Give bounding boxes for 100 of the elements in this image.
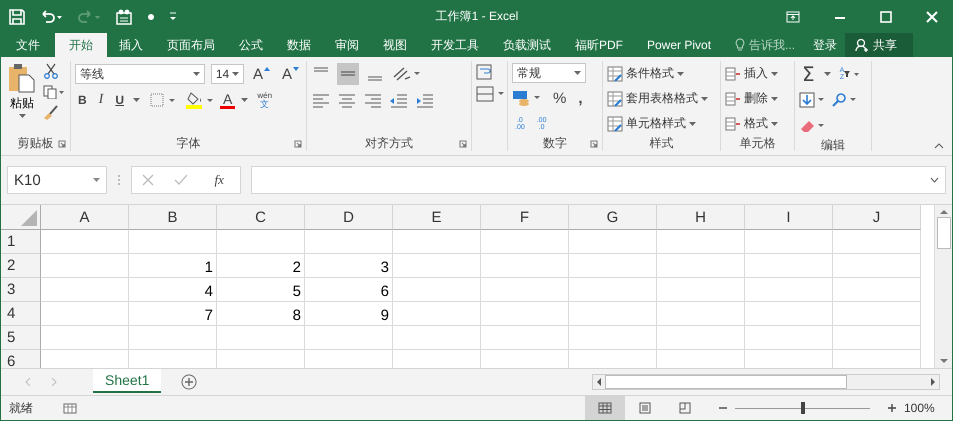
row-header[interactable]: 6	[1, 350, 41, 368]
ribbon-tab[interactable]: 视图	[371, 33, 419, 57]
copy-icon[interactable]	[43, 85, 65, 99]
ribbon-tab[interactable]: 开始	[55, 33, 107, 57]
fill-down-icon[interactable]	[799, 92, 825, 108]
expand-icon[interactable]	[930, 177, 939, 183]
ribbon-tab[interactable]: 开发工具	[419, 33, 491, 57]
scissors-icon[interactable]	[43, 63, 59, 79]
column-header[interactable]: I	[745, 205, 833, 230]
brush-icon[interactable]	[43, 105, 59, 121]
font-name-dropdown[interactable]: 等线	[75, 64, 205, 84]
dialog-launcher-icon[interactable]	[294, 140, 302, 148]
ribbon-tab[interactable]: 数据	[275, 33, 323, 57]
column-header[interactable]: D	[305, 205, 393, 230]
ribbon-tab[interactable]: 公式	[227, 33, 275, 57]
add-sheet-icon[interactable]	[181, 374, 198, 390]
dialog-launcher-icon[interactable]	[58, 140, 66, 148]
align-middle-icon[interactable]	[337, 63, 359, 85]
row-header[interactable]: 3	[1, 278, 41, 302]
ribbon-display-icon[interactable]	[786, 10, 800, 22]
scroll-right-icon[interactable]	[931, 378, 936, 386]
decrease-indent-icon[interactable]	[389, 92, 409, 108]
font-color-button[interactable]: A	[220, 92, 236, 108]
align-center-icon[interactable]	[337, 92, 357, 108]
dropdown-arrow-icon[interactable]	[241, 98, 248, 102]
normal-view-button[interactable]	[585, 396, 625, 420]
row-header[interactable]: 5	[1, 326, 41, 350]
column-header[interactable]: J	[833, 205, 921, 230]
ribbon-tab[interactable]: Power Pivot	[635, 33, 724, 57]
formula-input[interactable]	[251, 166, 946, 194]
cells-menu-button[interactable]: 格式	[725, 113, 790, 134]
shrink-font-button[interactable]: A	[278, 66, 302, 82]
eraser-icon[interactable]	[799, 118, 825, 134]
insert-function-button[interactable]: fx	[208, 171, 230, 189]
orientation-icon[interactable]	[391, 65, 421, 83]
share-button[interactable]: 共享	[845, 33, 914, 57]
customize-icon[interactable]	[169, 12, 177, 22]
dropdown-arrow-icon[interactable]	[824, 72, 831, 76]
row-header[interactable]: 4	[1, 302, 41, 326]
vertical-scrollbar[interactable]	[934, 205, 952, 368]
ribbon-tab[interactable]: 文件	[1, 33, 55, 57]
bold-button[interactable]: B	[75, 94, 90, 106]
column-header[interactable]: H	[657, 205, 745, 230]
comma-button[interactable]: ,	[575, 90, 586, 106]
align-left-icon[interactable]	[311, 92, 331, 108]
scroll-down-icon[interactable]	[940, 359, 948, 364]
dialog-launcher-icon[interactable]	[459, 140, 467, 148]
close-icon[interactable]	[926, 10, 938, 22]
font-size-dropdown[interactable]: 14	[210, 64, 244, 84]
wrap-text-icon[interactable]	[476, 63, 494, 81]
search-icon[interactable]	[831, 92, 857, 108]
scroll-up-icon[interactable]	[940, 209, 948, 214]
sheet-tab[interactable]: Sheet1	[93, 369, 162, 393]
dropdown-arrow-icon[interactable]	[133, 98, 140, 102]
style-menu-button[interactable]: 套用表格格式	[607, 88, 716, 109]
zoom-slider-thumb[interactable]	[800, 402, 804, 414]
scroll-thumb[interactable]	[605, 375, 847, 389]
border-icon[interactable]	[150, 93, 176, 107]
percent-button[interactable]: %	[550, 90, 570, 106]
zoom-percent[interactable]: 100%	[904, 401, 952, 415]
scroll-left-icon[interactable]	[596, 378, 601, 386]
style-menu-button[interactable]: 条件格式	[607, 63, 716, 84]
ribbon-tab[interactable]: 页面布局	[155, 33, 227, 57]
macro-record-icon[interactable]	[63, 402, 77, 414]
column-header[interactable]: F	[481, 205, 569, 230]
row-header[interactable]: 1	[1, 230, 41, 254]
grow-font-button[interactable]: A	[250, 66, 273, 82]
dot-icon[interactable]	[147, 12, 155, 20]
collapse-ribbon-icon[interactable]	[934, 143, 944, 149]
column-header[interactable]: B	[129, 205, 217, 230]
ribbon-tab[interactable]: 审阅	[323, 33, 371, 57]
increase-indent-icon[interactable]	[415, 92, 435, 108]
column-header[interactable]: C	[217, 205, 305, 230]
zoom-in-icon[interactable]	[888, 404, 896, 412]
merge-center-icon[interactable]	[476, 85, 506, 103]
align-right-icon[interactable]	[363, 92, 383, 108]
maximize-icon[interactable]	[880, 10, 892, 22]
name-box[interactable]: K10	[7, 166, 107, 194]
autosum-button[interactable]: Σ	[799, 64, 818, 84]
column-header[interactable]: E	[393, 205, 481, 230]
cells-menu-button[interactable]: 插入	[725, 63, 790, 84]
horizontal-scrollbar[interactable]	[592, 374, 940, 390]
scroll-thumb[interactable]	[936, 217, 950, 249]
ribbon-tab[interactable]: 负载测试	[491, 33, 563, 57]
paste-button[interactable]: 粘贴	[5, 61, 39, 135]
underline-button[interactable]: U	[112, 94, 128, 106]
ribbon-tab[interactable]: 福昕PDF	[563, 33, 635, 57]
number-format-dropdown[interactable]: 常规	[512, 63, 586, 83]
fill-color-icon[interactable]	[186, 91, 214, 109]
column-header[interactable]: A	[41, 205, 129, 230]
italic-button[interactable]: I	[96, 93, 106, 107]
dialog-launcher-icon[interactable]	[590, 140, 598, 148]
form-icon[interactable]	[115, 8, 133, 24]
save-icon[interactable]	[9, 8, 25, 24]
style-menu-button[interactable]: 单元格样式	[607, 113, 716, 134]
ribbon-tab[interactable]: 插入	[107, 33, 155, 57]
column-header[interactable]: G	[569, 205, 657, 230]
tell-me-field[interactable]: 告诉我...	[723, 33, 806, 57]
row-header[interactable]: 2	[1, 254, 41, 278]
cells-menu-button[interactable]: 删除	[725, 88, 790, 109]
